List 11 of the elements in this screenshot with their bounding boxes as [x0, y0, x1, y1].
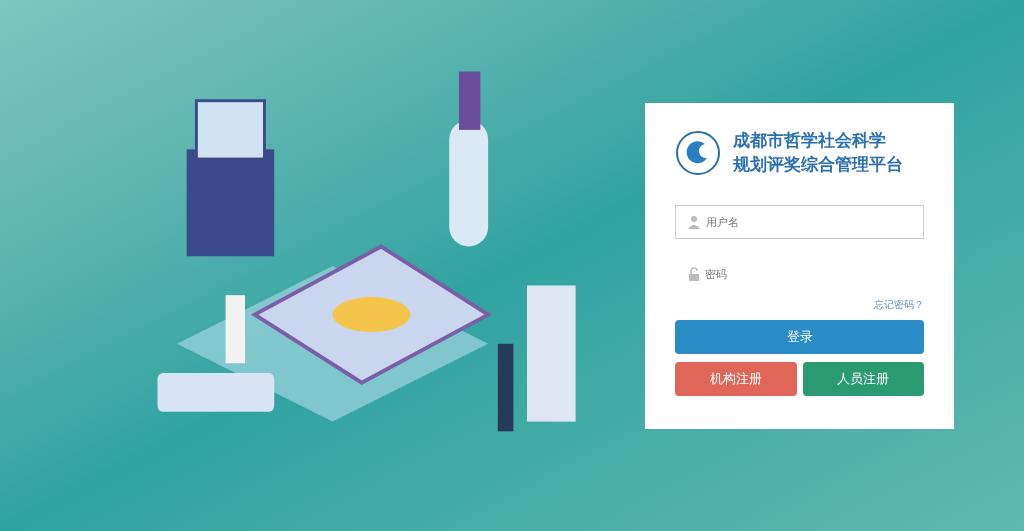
- password-field[interactable]: 密码: [675, 256, 924, 291]
- forgot-password-link[interactable]: 忘记密码？: [874, 296, 924, 312]
- platform-title: 规划评奖综合管理平台: [733, 153, 904, 176]
- platform-title: 成都市哲学社会科学: [733, 129, 888, 152]
- organization-register-button[interactable]: 机构注册: [675, 361, 797, 396]
- personal-register-button[interactable]: 人员注册: [802, 361, 924, 396]
- login-button[interactable]: 登录: [675, 319, 924, 354]
- lock-icon: [687, 266, 702, 281]
- user-icon: [687, 214, 702, 229]
- username-field[interactable]: 用户名: [675, 204, 924, 239]
- logo-icon: [675, 129, 722, 176]
